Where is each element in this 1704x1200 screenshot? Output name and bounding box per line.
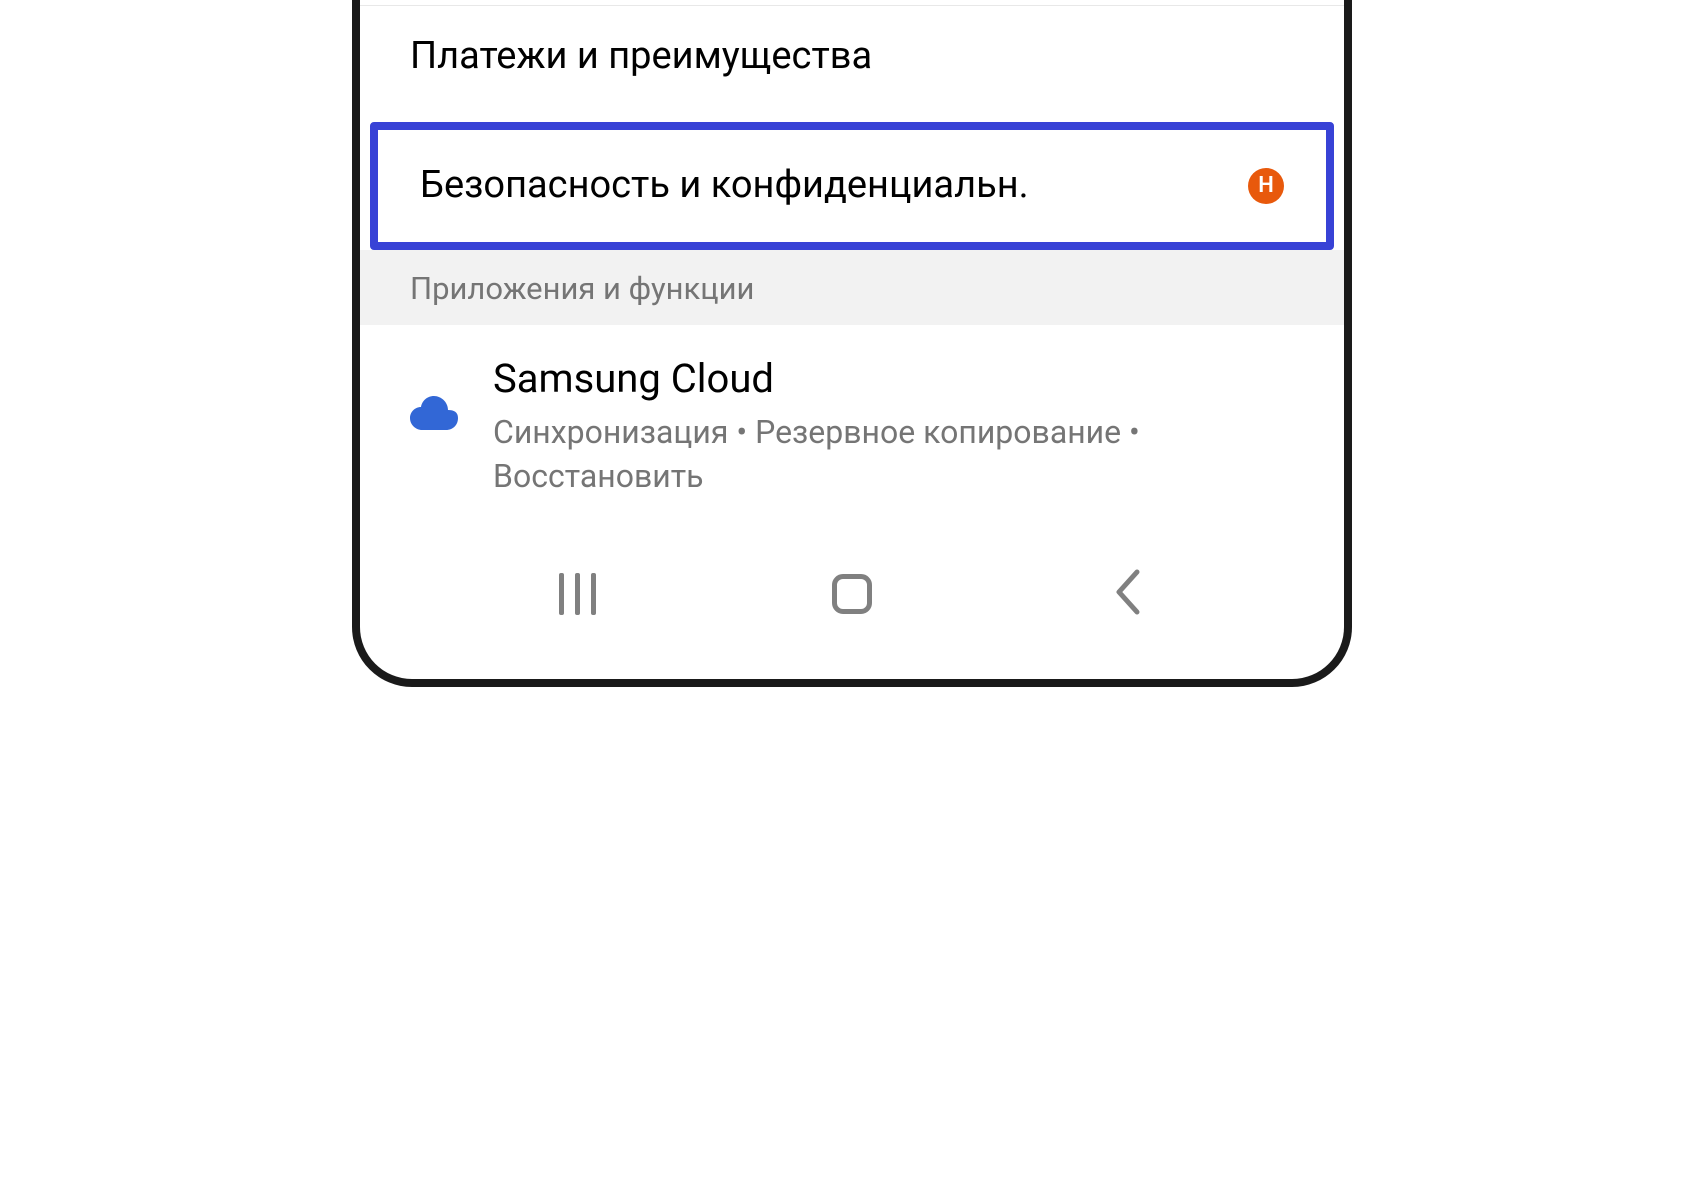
settings-item-label: Платежи и преимущества — [410, 31, 872, 82]
nav-home-button[interactable] — [822, 569, 882, 619]
app-item-subtitle: Синхронизация • Резервное копирование • … — [493, 410, 1294, 500]
phone-frame: Платежи и преимущества Безопасность и ко… — [352, 0, 1352, 687]
app-item-samsung-cloud[interactable]: Samsung Cloud Синхронизация • Резервное … — [360, 325, 1344, 540]
cloud-icon — [410, 390, 458, 438]
navigation-bar — [360, 539, 1344, 649]
notification-badge: Н — [1248, 168, 1284, 204]
app-item-title: Samsung Cloud — [493, 355, 1294, 402]
phone-content: Платежи и преимущества Безопасность и ко… — [360, 0, 1344, 669]
nav-recents-button[interactable] — [547, 569, 607, 619]
back-icon — [1111, 568, 1143, 620]
app-item-content: Samsung Cloud Синхронизация • Резервное … — [493, 355, 1294, 500]
home-icon — [832, 574, 872, 614]
recents-icon — [559, 573, 596, 615]
section-header: Приложения и функции — [360, 250, 1344, 325]
settings-item-payments[interactable]: Платежи и преимущества — [360, 5, 1344, 107]
settings-item-label: Безопасность и конфиденциальн. — [420, 160, 1029, 211]
nav-back-button[interactable] — [1097, 569, 1157, 619]
settings-item-security[interactable]: Безопасность и конфиденциальн. Н — [370, 122, 1334, 249]
